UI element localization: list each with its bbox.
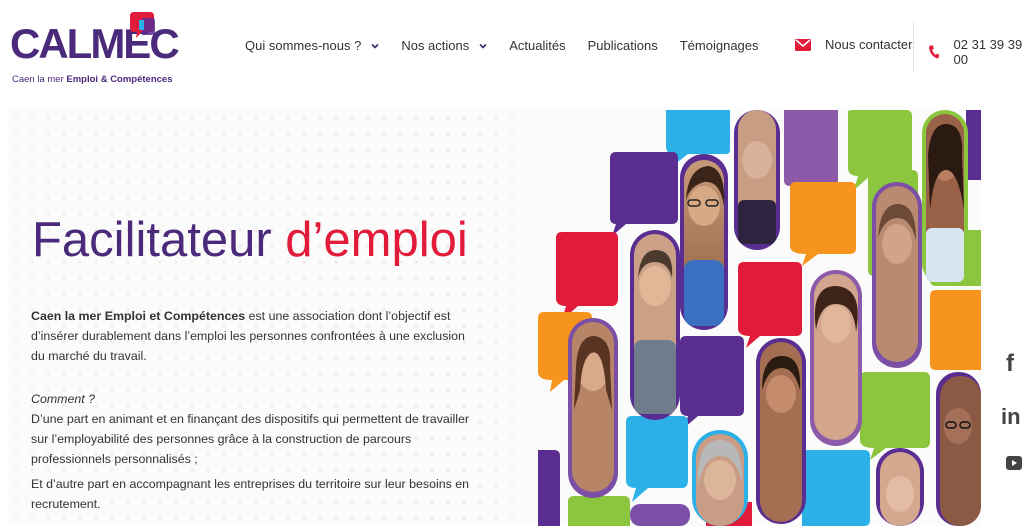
nav-item-publications[interactable]: Publications (588, 38, 658, 53)
youtube-icon[interactable] (1006, 456, 1022, 470)
chevron-down-icon (371, 43, 379, 49)
nav-item-qui-sommes-nous[interactable]: Qui sommes-nous ? (245, 38, 379, 53)
nav-label: Nos actions (401, 38, 470, 53)
hero-question: Comment ? (31, 392, 96, 406)
hero-title: Facilitateur d’emploi (32, 212, 468, 268)
portrait (680, 154, 728, 330)
calmec-logo[interactable]: CALMEC Caen la mer Emploi & Compétences (10, 8, 180, 88)
site-header: CALMEC Caen la mer Emploi & Compétences … (0, 0, 1025, 98)
hero-section: Facilitateur d’emploi Caen la mer Emploi… (8, 110, 981, 526)
phone-link[interactable]: 02 31 39 39 00 (928, 37, 1025, 67)
nav-item-actualites[interactable]: Actualités (509, 38, 565, 53)
logo-bubble-icon (130, 12, 155, 38)
hero-title-part2: d’emploi (285, 213, 468, 267)
mail-icon (795, 38, 811, 51)
nav-label: Publications (587, 38, 658, 53)
nav-label: Témoignages (679, 38, 759, 53)
nav-label: Actualités (509, 38, 566, 53)
header-divider (913, 22, 914, 72)
chevron-down-icon (479, 43, 487, 49)
hero-paragraph-2: Et d’autre part en accompagnant les entr… (31, 477, 470, 511)
people-collage-image (538, 110, 981, 526)
phone-icon (929, 45, 940, 59)
main-nav: Qui sommes-nous ? Nos actions Actualités… (245, 38, 781, 53)
nav-label: Qui sommes-nous ? (245, 38, 362, 53)
hero-title-part1: Facilitateur (32, 213, 286, 267)
nav-item-temoignages[interactable]: Témoignages (680, 38, 759, 53)
contact-link[interactable]: Nous contacter (795, 37, 912, 52)
hero-intro: Caen la mer Emploi et Compétences est un… (31, 306, 481, 366)
facebook-icon[interactable]: f (1006, 350, 1014, 378)
logo-tagline: Caen la mer Emploi & Compétences (12, 74, 173, 85)
phone-number: 02 31 39 39 00 (953, 37, 1023, 67)
hero-paragraph-1: D’une part en animant et en finançant de… (31, 412, 470, 466)
contact-label: Nous contacter (825, 37, 913, 52)
intro-bold: Caen la mer Emploi et Compétences (31, 309, 246, 323)
tagline-prefix: Caen la mer (12, 74, 67, 85)
linkedin-icon[interactable]: in (1001, 404, 1021, 430)
tagline-bold: Emploi & Compétences (66, 74, 173, 85)
nav-item-nos-actions[interactable]: Nos actions (401, 38, 487, 53)
